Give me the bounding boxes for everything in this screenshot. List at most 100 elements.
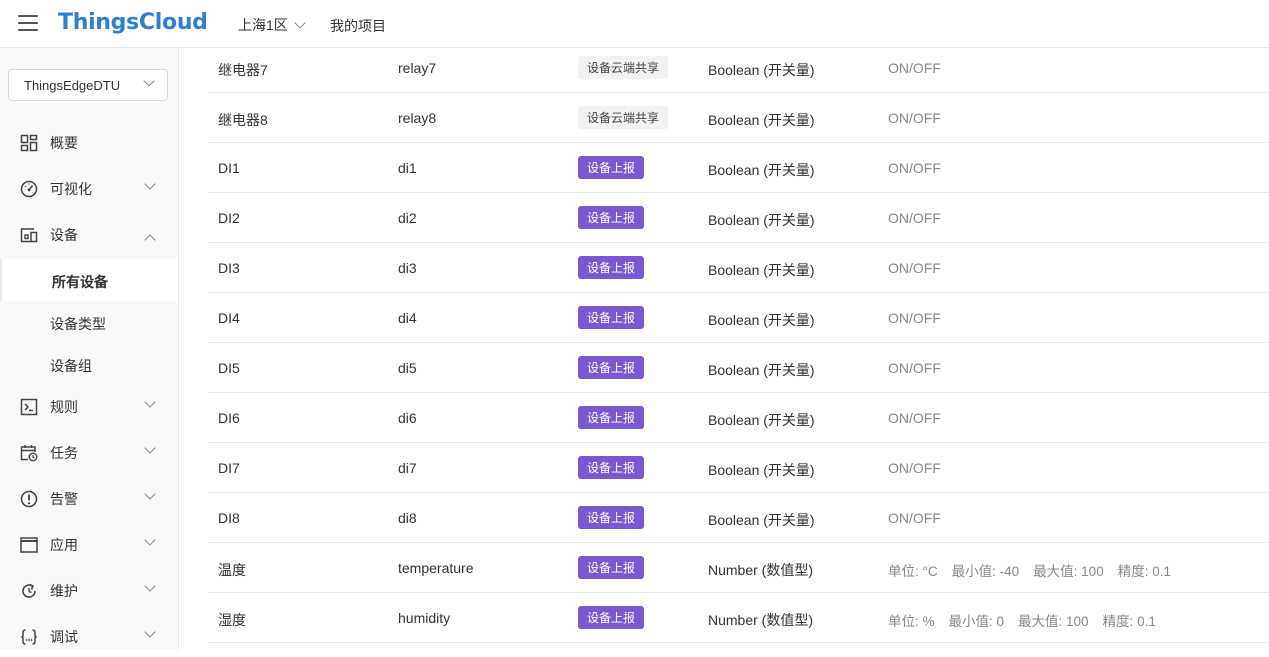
attribute-data-type: Boolean (开关量): [708, 362, 815, 378]
table-row[interactable]: 继电器7 relay7 设备云端共享 Boolean (开关量) ON/OFF: [208, 43, 1269, 93]
sidebar-item-tasks[interactable]: 任务: [0, 433, 178, 473]
table-row[interactable]: DI6 di6 设备上报 Boolean (开关量) ON/OFF: [208, 393, 1269, 443]
table-row[interactable]: DI5 di5 设备上报 Boolean (开关量) ON/OFF: [208, 343, 1269, 393]
table-row[interactable]: 继电器8 relay8 设备云端共享 Boolean (开关量) ON/OFF: [208, 93, 1269, 143]
table-row[interactable]: DI7 di7 设备上报 Boolean (开关量) ON/OFF: [208, 443, 1269, 493]
attribute-source: 设备上报: [578, 356, 645, 379]
source-tag: 设备云端共享: [578, 56, 669, 79]
sidebar-item-debug[interactable]: 调试: [0, 617, 178, 657]
attribute-name: DI2: [218, 210, 240, 226]
table-row[interactable]: DI3 di3 设备上报 Boolean (开关量) ON/OFF: [208, 243, 1269, 293]
attribute-name: DI5: [218, 360, 240, 376]
attribute-identifier: relay8: [398, 110, 437, 126]
attribute-name: 温度: [218, 562, 246, 578]
attribute-name: DI8: [218, 510, 240, 526]
source-tag: 设备上报: [578, 306, 645, 329]
attribute-description: 单位: % 最小值: 0 最大值: 100 精度: 0.1: [888, 610, 1156, 630]
chevron-down-icon: [144, 534, 156, 546]
region-label: 上海1区: [238, 17, 288, 33]
attribute-identifier: relay7: [398, 60, 437, 76]
chevron-down-icon: [144, 626, 156, 638]
table-row[interactable]: DI2 di2 设备上报 Boolean (开关量) ON/OFF: [208, 193, 1269, 243]
attribute-table: 继电器6relay6设备云端共享Boolean (开关量)ON/OFF继电器7r…: [208, 0, 1269, 643]
source-tag: 设备上报: [578, 156, 645, 179]
attribute-data-type: Boolean (开关量): [708, 212, 815, 228]
sidebar-item-label: 设备: [50, 227, 78, 243]
table-row[interactable]: 温度 temperature 设备上报 Number (数值型) 单位: °C 最小值: …: [208, 543, 1269, 593]
sidebar-item-label: 任务: [50, 445, 78, 461]
sidebar-item-alerts[interactable]: 告警: [0, 479, 178, 519]
sidebar-subitem-label: 所有设备: [52, 274, 108, 290]
region-selector[interactable]: 上海1区: [238, 15, 306, 35]
attribute-source: 设备云端共享: [578, 56, 669, 79]
brand-logo[interactable]: ThingsCloud: [58, 10, 208, 35]
table-row[interactable]: DI4 di4 设备上报 Boolean (开关量) ON/OFF: [208, 293, 1269, 343]
chevron-down-icon: [144, 178, 156, 190]
sidebar: ThingsEdgeDTU 概要 可视化 设备 所有设备 设备类型 设备组 规则…: [0, 48, 179, 649]
attribute-spec: 最小值: 0: [948, 614, 1005, 629]
attribute-spec: 最大值: 100: [1033, 564, 1104, 579]
sidebar-item-label: 维护: [50, 583, 78, 599]
attribute-data-type: Boolean (开关量): [708, 262, 815, 278]
attribute-source: 设备上报: [578, 256, 645, 279]
attribute-source: 设备上报: [578, 606, 645, 629]
terminal-icon: [20, 398, 38, 416]
sidebar-subitem-device-types[interactable]: 设备类型: [0, 301, 178, 343]
attribute-identifier: di3: [398, 260, 417, 276]
attribute-identifier: di8: [398, 510, 417, 526]
sidebar-subitem-all-devices[interactable]: 所有设备: [0, 259, 178, 301]
attribute-name: DI1: [218, 160, 240, 176]
attribute-spec: 精度: 0.1: [1117, 564, 1171, 579]
dashboard-icon: [20, 134, 38, 152]
sidebar-item-label: 告警: [50, 491, 78, 507]
attribute-identifier: humidity: [398, 610, 451, 626]
calendar-clock-icon: [20, 445, 38, 462]
sidebar-item-overview[interactable]: 概要: [0, 123, 178, 163]
window-icon: [20, 537, 38, 553]
attribute-spec: 精度: 0.1: [1102, 614, 1156, 629]
attribute-identifier: di5: [398, 360, 417, 376]
attribute-description: ON/OFF: [888, 210, 941, 226]
source-tag: 设备上报: [578, 456, 645, 479]
attribute-description: ON/OFF: [888, 260, 941, 276]
chevron-up-icon: [144, 234, 156, 246]
attribute-spec: 单位: %: [888, 614, 935, 629]
table-row[interactable]: 湿度 humidity 设备上报 Number (数值型) 单位: % 最小值: 0 最大值…: [208, 593, 1269, 643]
table-row[interactable]: DI1 di1 设备上报 Boolean (开关量) ON/OFF: [208, 143, 1269, 193]
attribute-data-type: Boolean (开关量): [708, 412, 815, 428]
sidebar-item-visualization[interactable]: 可视化: [0, 169, 178, 209]
chevron-down-icon: [144, 396, 156, 408]
source-tag: 设备上报: [578, 406, 645, 429]
attribute-description: ON/OFF: [888, 410, 941, 426]
attribute-data-type: Number (数值型): [708, 562, 814, 578]
menu-icon[interactable]: [18, 15, 38, 31]
device-select-value: ThingsEdgeDTU: [24, 78, 121, 93]
attribute-data-type: Boolean (开关量): [708, 112, 815, 128]
attribute-data-type: Boolean (开关量): [708, 462, 815, 478]
sidebar-item-apps[interactable]: 应用: [0, 525, 178, 565]
sidebar-subitem-label: 设备类型: [50, 316, 106, 332]
chevron-down-icon: [143, 75, 155, 87]
alert-icon: [20, 490, 38, 508]
project-link[interactable]: 我的项目: [330, 16, 386, 36]
attribute-source: 设备上报: [578, 406, 645, 429]
sidebar-item-devices[interactable]: 设备: [0, 215, 178, 255]
attribute-name: DI6: [218, 410, 240, 426]
device-select[interactable]: ThingsEdgeDTU: [8, 69, 168, 101]
source-tag: 设备上报: [578, 506, 645, 529]
sidebar-item-label: 规则: [50, 399, 78, 415]
attribute-source: 设备上报: [578, 306, 645, 329]
attribute-name: DI7: [218, 460, 240, 476]
sidebar-subitem-device-groups[interactable]: 设备组: [0, 343, 178, 385]
attribute-name: DI3: [218, 260, 240, 276]
sidebar-item-rules[interactable]: 规则: [0, 387, 178, 427]
table-row[interactable]: DI8 di8 设备上报 Boolean (开关量) ON/OFF: [208, 493, 1269, 543]
attribute-identifier: temperature: [398, 560, 474, 576]
sidebar-subitem-label: 设备组: [50, 358, 92, 374]
attribute-description: ON/OFF: [888, 460, 941, 476]
sidebar-item-maintenance[interactable]: 维护: [0, 571, 178, 611]
attribute-description: 单位: °C 最小值: -40 最大值: 100 精度: 0.1: [888, 560, 1171, 580]
chevron-down-icon: [144, 580, 156, 592]
sidebar-item-label: 可视化: [50, 181, 92, 197]
attribute-data-type: Boolean (开关量): [708, 62, 815, 78]
